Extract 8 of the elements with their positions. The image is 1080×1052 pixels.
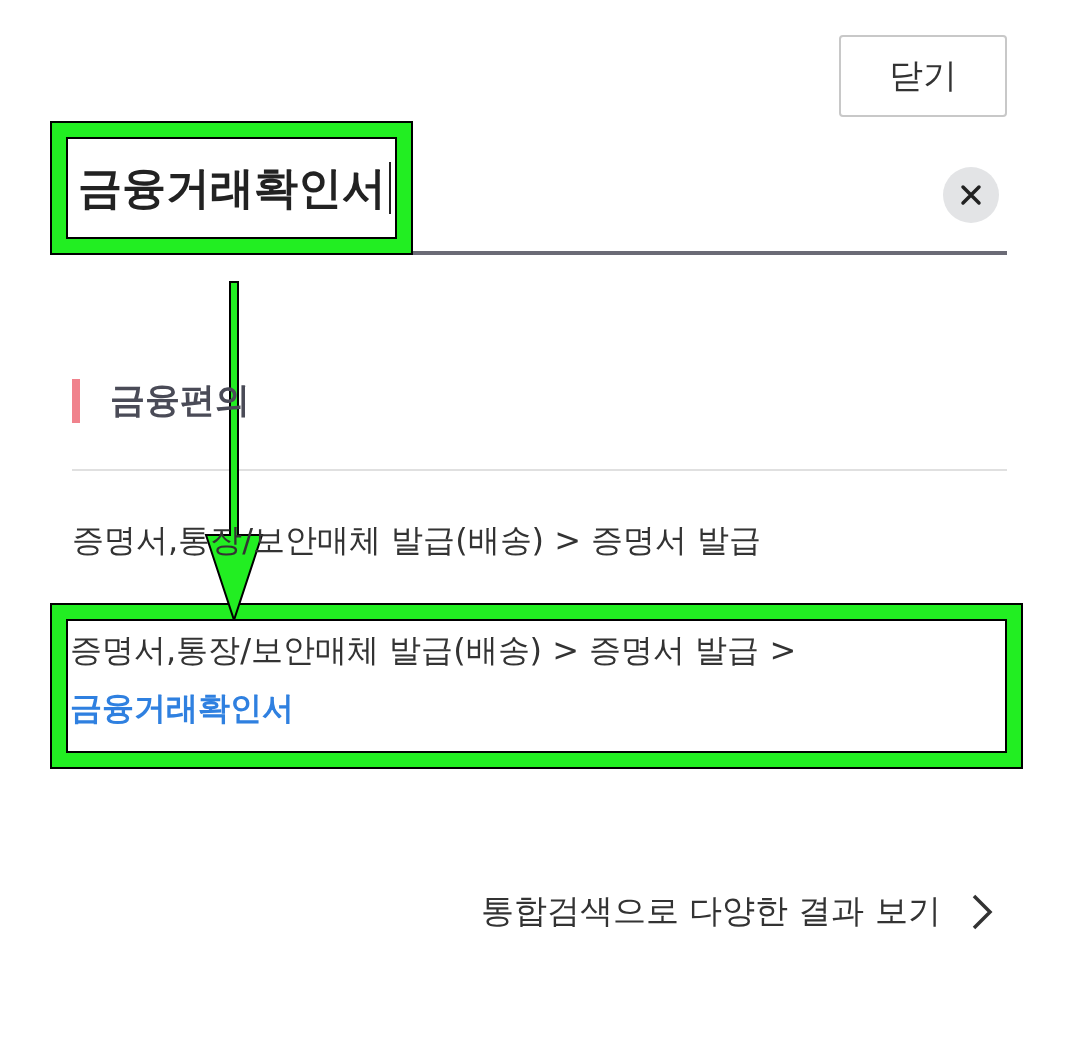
chevron-icon [971, 892, 993, 931]
section-marker [72, 378, 80, 423]
search-field[interactable]: 금융거래확인서 [66, 137, 397, 239]
close-button[interactable]: 닫기 [839, 35, 1007, 117]
close-icon [960, 184, 982, 206]
clear-button[interactable] [943, 167, 999, 223]
more-results-link[interactable]: 통합검색으로 다양한 결과 보기 [480, 889, 941, 934]
result-item[interactable]: 증명서,통장/보안매체 발급(배송) > 증명서 발급 > 금융거래확인서 [66, 619, 1007, 753]
